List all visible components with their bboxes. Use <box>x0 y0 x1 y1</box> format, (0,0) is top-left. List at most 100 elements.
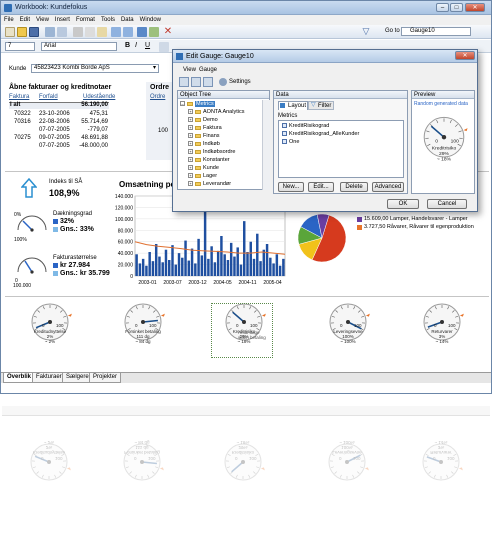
undo-icon[interactable] <box>111 27 121 37</box>
settings-button[interactable]: Settings <box>229 79 251 85</box>
bar <box>223 254 226 276</box>
dialog-close-button[interactable]: ✕ <box>455 51 475 60</box>
customer-select[interactable]: 45823423 Kombi Borde ApS ▾ <box>31 64 159 73</box>
menu-insert[interactable]: Insert <box>52 15 73 23</box>
tree-label: Faktura <box>203 125 222 131</box>
gauge-average: ~ 18% <box>237 440 250 445</box>
preview-icon[interactable] <box>57 27 67 37</box>
advanced-button[interactable]: Advanced <box>372 182 404 192</box>
gauge-hub <box>48 320 52 324</box>
bar <box>252 258 256 276</box>
minimize-button[interactable]: – <box>436 3 449 12</box>
filter-icon[interactable]: ▽ <box>361 27 371 37</box>
gauge-max-label: 100 <box>447 456 455 461</box>
tab-fakturaer[interactable]: Fakturaer <box>32 373 66 383</box>
edit-metric-button[interactable]: Edit... <box>308 182 334 192</box>
tree-item-metrics[interactable]: – Metrics <box>180 101 215 108</box>
tree-item[interactable]: + Faktura <box>188 125 222 132</box>
ok-button[interactable]: OK <box>387 199 419 209</box>
menu-data[interactable]: Data <box>118 15 137 23</box>
print-icon[interactable] <box>45 27 55 37</box>
gauge-2[interactable]: 0 100Forsinket betaling111 dg~ 84 dg <box>114 300 172 360</box>
dialog-tool-open-icon[interactable] <box>191 77 201 87</box>
align-left-icon[interactable] <box>159 42 169 52</box>
gauge-label: Kreditrisiko <box>432 145 457 151</box>
bar <box>265 244 269 276</box>
metric-item-2[interactable]: KreditRisikograd_AlleKunder <box>282 131 359 138</box>
menu-tools[interactable]: Tools <box>98 15 118 23</box>
title-bar: Workbook: Kundefokus – □ ✕ <box>1 1 491 15</box>
object-tree[interactable]: – Metrics + AONTA Analytics + Demo + Faktura + Fi… <box>180 101 260 189</box>
invoice-number: 70322 <box>14 111 31 117</box>
tab-projekter[interactable]: Projekter <box>89 373 122 383</box>
new-icon[interactable] <box>5 27 15 37</box>
delete-metric-button[interactable]: Delete <box>340 182 368 192</box>
reflection-gauge: 0 100Returvarer3%~ 14% <box>422 440 463 481</box>
index-label: Indeks til SÅ <box>49 179 83 185</box>
bar <box>229 242 233 276</box>
cancel-button[interactable]: Cancel <box>427 199 467 209</box>
chart-icon[interactable] <box>137 27 147 37</box>
invoice-amount: 475,31 <box>89 111 108 117</box>
bar <box>187 260 191 276</box>
tree-item[interactable]: + Demo <box>188 117 218 124</box>
dialog-menu-gauge[interactable]: Gauge <box>199 67 217 73</box>
bar <box>226 260 230 276</box>
metric-item-1[interactable]: KreditRisikograd <box>282 123 329 130</box>
gauge-hub <box>140 460 144 464</box>
tree-item[interactable]: + Konstanter <box>188 157 230 164</box>
font-size-select[interactable]: 7 <box>5 42 35 51</box>
menu-window[interactable]: Window <box>137 15 164 23</box>
tab-overblik[interactable]: Overblik <box>3 373 36 383</box>
copy-icon[interactable] <box>85 27 95 37</box>
table-icon[interactable] <box>149 27 159 37</box>
invoice-amount: 55.714,69 <box>81 119 108 125</box>
dialog-menu-view[interactable]: View <box>183 67 196 73</box>
tree-item[interactable]: + Leverandør <box>188 181 231 188</box>
delete-icon[interactable]: ✕ <box>163 27 173 37</box>
metrics-list[interactable]: KreditRisikograd KreditRisikograd_AlleKu… <box>278 120 404 178</box>
bar <box>239 264 243 276</box>
bar <box>184 240 187 276</box>
invoice-number: 70275 <box>14 135 31 141</box>
menu-edit[interactable]: Edit <box>17 15 33 23</box>
due-col-header: Forfald <box>39 94 58 100</box>
gauge-hub <box>47 460 51 464</box>
tree-item[interactable]: + Finans <box>188 133 220 140</box>
close-button[interactable]: ✕ <box>465 3 485 12</box>
new-metric-button[interactable]: New... <box>278 182 304 192</box>
redo-icon[interactable] <box>123 27 133 37</box>
bar <box>194 263 197 276</box>
tree-item[interactable]: + Lager <box>188 173 217 180</box>
italic-button[interactable]: I <box>135 42 145 52</box>
tree-item[interactable]: + Indkøb <box>188 141 220 148</box>
dialog-tool-new-icon[interactable] <box>179 77 189 87</box>
gauge-4[interactable]: 0 100Leveringsevne100%~ 100% <box>319 300 377 360</box>
cut-icon[interactable] <box>73 27 83 37</box>
menu-format[interactable]: Format <box>73 15 98 23</box>
dialog-tool-save-icon[interactable] <box>203 77 213 87</box>
gauge-5[interactable]: 0 100Returvarer3%~ 14% <box>413 300 471 360</box>
metric-item-3[interactable]: One <box>282 139 299 146</box>
paste-icon[interactable] <box>97 27 107 37</box>
gauge-1[interactable]: 0 100Kreditudnyttelse2%~ 2% <box>21 300 79 360</box>
gauge-min-label: 0 <box>435 139 438 145</box>
save-icon[interactable] <box>29 27 39 37</box>
tree-item[interactable]: + Kunde <box>188 165 219 172</box>
open-folder-icon[interactable] <box>17 27 27 37</box>
menu-view[interactable]: View <box>33 15 52 23</box>
expand-icon: + <box>188 117 193 123</box>
goto-combo[interactable]: Gauge10 <box>401 27 471 36</box>
expand-icon: + <box>188 109 193 115</box>
tree-item[interactable]: + AONTA Analytics <box>188 109 244 116</box>
underline-button[interactable]: U <box>145 42 155 52</box>
maximize-button[interactable]: □ <box>450 3 463 12</box>
tree-scrollbar[interactable] <box>262 100 270 190</box>
filter-tab-icon: ▽ <box>311 102 316 108</box>
tree-item[interactable]: + Indkøbsordre <box>188 149 235 156</box>
bold-button[interactable]: B <box>125 42 135 52</box>
menu-file[interactable]: File <box>1 15 17 23</box>
gauge-max-label: 100 <box>249 456 257 461</box>
font-family-select[interactable]: Arial <box>41 42 117 51</box>
gauge-hub <box>441 135 447 140</box>
